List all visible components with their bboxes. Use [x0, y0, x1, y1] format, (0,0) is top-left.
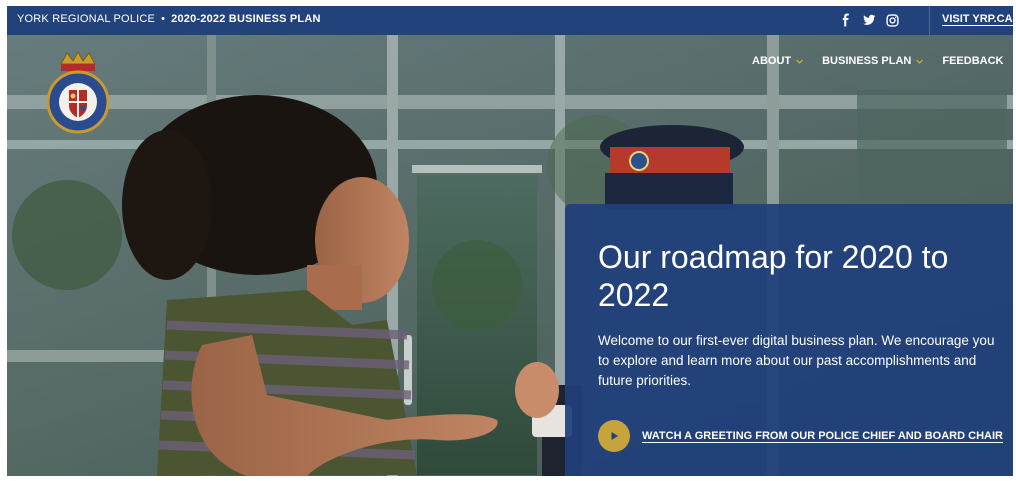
top-utility-bar: YORK REGIONAL POLICE • 2020-2022 BUSINESS … — [7, 6, 1013, 35]
plan-title: 2020-2022 BUSINESS PLAN — [171, 13, 321, 25]
nav-about[interactable]: ABOUT — [752, 55, 804, 67]
hero-body: Welcome to our first-ever digital busine… — [598, 333, 995, 388]
watch-greeting-link[interactable]: WATCH A GREETING FROM OUR POLICE CHIEF A… — [598, 420, 1003, 452]
twitter-icon[interactable] — [862, 13, 876, 27]
nav-about-label: ABOUT — [752, 55, 792, 67]
title-separator: • — [161, 13, 166, 25]
topbar-divider — [929, 6, 930, 35]
chevron-down-icon — [796, 59, 804, 64]
site-name: YORK REGIONAL POLICE — [17, 13, 156, 25]
nav-feedback-label: FEEDBACK — [942, 55, 1004, 67]
facebook-icon[interactable] — [839, 13, 853, 27]
chevron-down-icon — [916, 59, 924, 64]
play-icon[interactable] — [598, 420, 630, 452]
site-title[interactable]: YORK REGIONAL POLICE • 2020-2022 BUSINESS … — [17, 13, 321, 25]
watch-greeting-label[interactable]: WATCH A GREETING FROM OUR POLICE CHIEF A… — [642, 430, 1003, 443]
hero-section: ABOUT BUSINESS PLAN FEEDBACK Our roadmap… — [7, 35, 1013, 476]
hero-heading: Our roadmap for 2020 to 2022 — [598, 239, 949, 313]
hero-card: Our roadmap for 2020 to 2022 Welcome to … — [565, 204, 1013, 476]
social-links — [839, 11, 899, 29]
nav-feedback[interactable]: FEEDBACK — [942, 55, 1003, 67]
page-frame: YORK REGIONAL POLICE • 2020-2022 BUSINESS … — [7, 6, 1013, 476]
visit-yrp-link[interactable]: VISIT YRP.CA — [942, 13, 1013, 26]
york-regional-police-crest-icon[interactable] — [46, 50, 110, 135]
nav-business-plan-label: BUSINESS PLAN — [822, 55, 912, 67]
nav-business-plan[interactable]: BUSINESS PLAN — [822, 55, 924, 67]
main-navigation: ABOUT BUSINESS PLAN FEEDBACK — [752, 55, 1003, 67]
instagram-icon[interactable] — [885, 13, 899, 27]
